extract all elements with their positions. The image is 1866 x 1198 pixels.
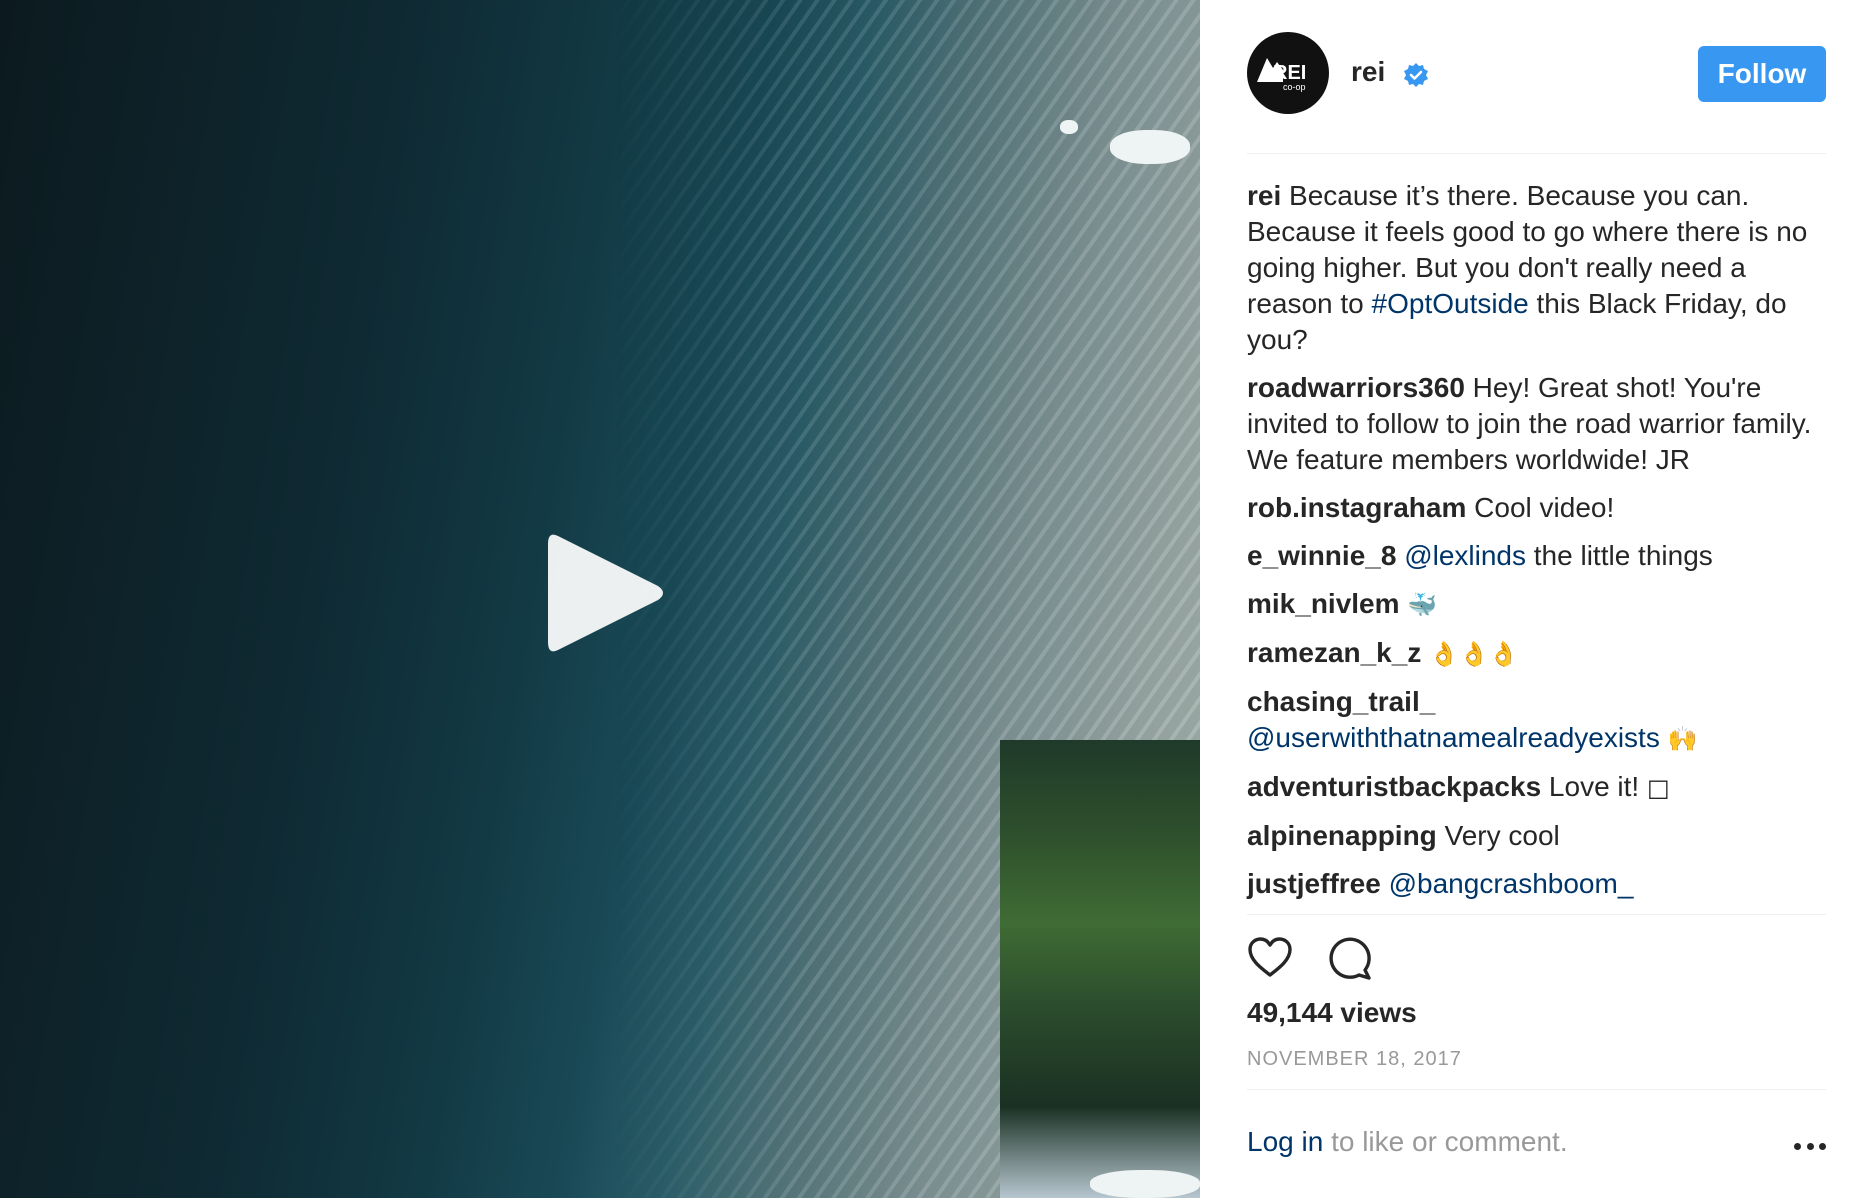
login-prompt: Log in to like or comment. xyxy=(1247,1126,1568,1158)
login-link[interactable]: Log in xyxy=(1247,1126,1323,1157)
comment: chasing_trail_ @userwiththatnamealreadye… xyxy=(1247,684,1833,757)
avatar-logo-text: REI xyxy=(1273,62,1306,84)
snow-patch xyxy=(1090,1170,1200,1198)
comment-text: Very cool xyxy=(1444,820,1560,851)
comment: ramezan_k_z 👌👌👌 xyxy=(1247,635,1833,672)
comment-text xyxy=(1660,722,1668,753)
video-player[interactable] xyxy=(0,0,1200,1198)
comment-emoji: 👌👌👌 xyxy=(1429,640,1519,668)
comment-link[interactable]: #OptOutside xyxy=(1372,288,1529,319)
comment-author[interactable]: roadwarriors360 xyxy=(1247,372,1465,403)
comment-emoji: □ xyxy=(1646,774,1670,802)
comment-author[interactable]: ramezan_k_z xyxy=(1247,637,1421,668)
more-dot xyxy=(1806,1142,1814,1150)
comment: adventuristbackpacks Love it! □ xyxy=(1247,769,1833,806)
comment: roadwarriors360 Hey! Great shot! You're … xyxy=(1247,370,1833,478)
play-icon[interactable] xyxy=(544,528,668,658)
more-dot xyxy=(1819,1142,1826,1150)
view-count: 49,144 views xyxy=(1247,997,1417,1028)
more-options-icon[interactable] xyxy=(1794,1140,1826,1152)
username-link[interactable]: rei xyxy=(1351,56,1385,88)
comment: mik_nivlem 🐳 xyxy=(1247,586,1833,623)
comment: alpinenapping Very cool xyxy=(1247,818,1833,854)
instagram-post-page: REI co-op rei Follow rei Because it’s th… xyxy=(0,0,1866,1198)
comment-emoji: 🐳 xyxy=(1407,591,1438,619)
footer-divider xyxy=(1247,1089,1826,1090)
header-divider xyxy=(1247,153,1826,154)
verified-badge-icon xyxy=(1404,63,1428,87)
post-date: NOVEMBER 18, 2017 xyxy=(1247,1048,1462,1070)
comment-author[interactable]: rei xyxy=(1247,180,1281,211)
post-sidebar: REI co-op rei Follow rei Because it’s th… xyxy=(1200,0,1866,1198)
comment: justjeffree @bangcrashboom_ xyxy=(1247,866,1833,902)
comment-author[interactable]: justjeffree xyxy=(1247,868,1381,899)
rei-logo: REI co-op xyxy=(1257,58,1306,92)
more-dot xyxy=(1794,1142,1801,1150)
heart-icon[interactable] xyxy=(1247,935,1293,981)
forest-area xyxy=(1000,740,1200,1198)
comment-author[interactable]: adventuristbackpacks xyxy=(1247,771,1541,802)
comment-list: rei Because it’s there. Because you can.… xyxy=(1247,178,1833,914)
comment-icon[interactable] xyxy=(1327,935,1373,981)
comment: rei Because it’s there. Because you can.… xyxy=(1247,178,1833,358)
comment-link[interactable]: @bangcrashboom_ xyxy=(1389,868,1634,899)
comment-author[interactable]: chasing_trail_ xyxy=(1247,686,1435,717)
follow-button[interactable]: Follow xyxy=(1698,46,1826,102)
comment-author[interactable]: mik_nivlem xyxy=(1247,588,1400,619)
avatar-logo-subtext: co-op xyxy=(1283,82,1306,92)
comment-author[interactable]: alpinenapping xyxy=(1247,820,1437,851)
comment-link[interactable]: @userwiththatnamealreadyexists xyxy=(1247,722,1660,753)
snow-patch xyxy=(1060,120,1078,134)
post-header: REI co-op rei Follow xyxy=(1247,32,1826,116)
comment-text: the little things xyxy=(1526,540,1713,571)
comments-divider xyxy=(1247,914,1826,915)
comment: e_winnie_8 @lexlinds the little things xyxy=(1247,538,1833,574)
comment-link[interactable]: @lexlinds xyxy=(1404,540,1526,571)
snow-patch xyxy=(1110,130,1190,164)
avatar[interactable]: REI co-op xyxy=(1247,32,1329,114)
comment-author[interactable]: e_winnie_8 xyxy=(1247,540,1396,571)
login-prompt-text: to like or comment. xyxy=(1323,1126,1568,1157)
comment-text: Love it! xyxy=(1548,771,1647,802)
comment-emoji: 🙌 xyxy=(1667,725,1698,753)
comment: rob.instagraham Cool video! xyxy=(1247,490,1833,526)
comment-author[interactable]: rob.instagraham xyxy=(1247,492,1466,523)
comment-text: Cool video! xyxy=(1474,492,1615,523)
